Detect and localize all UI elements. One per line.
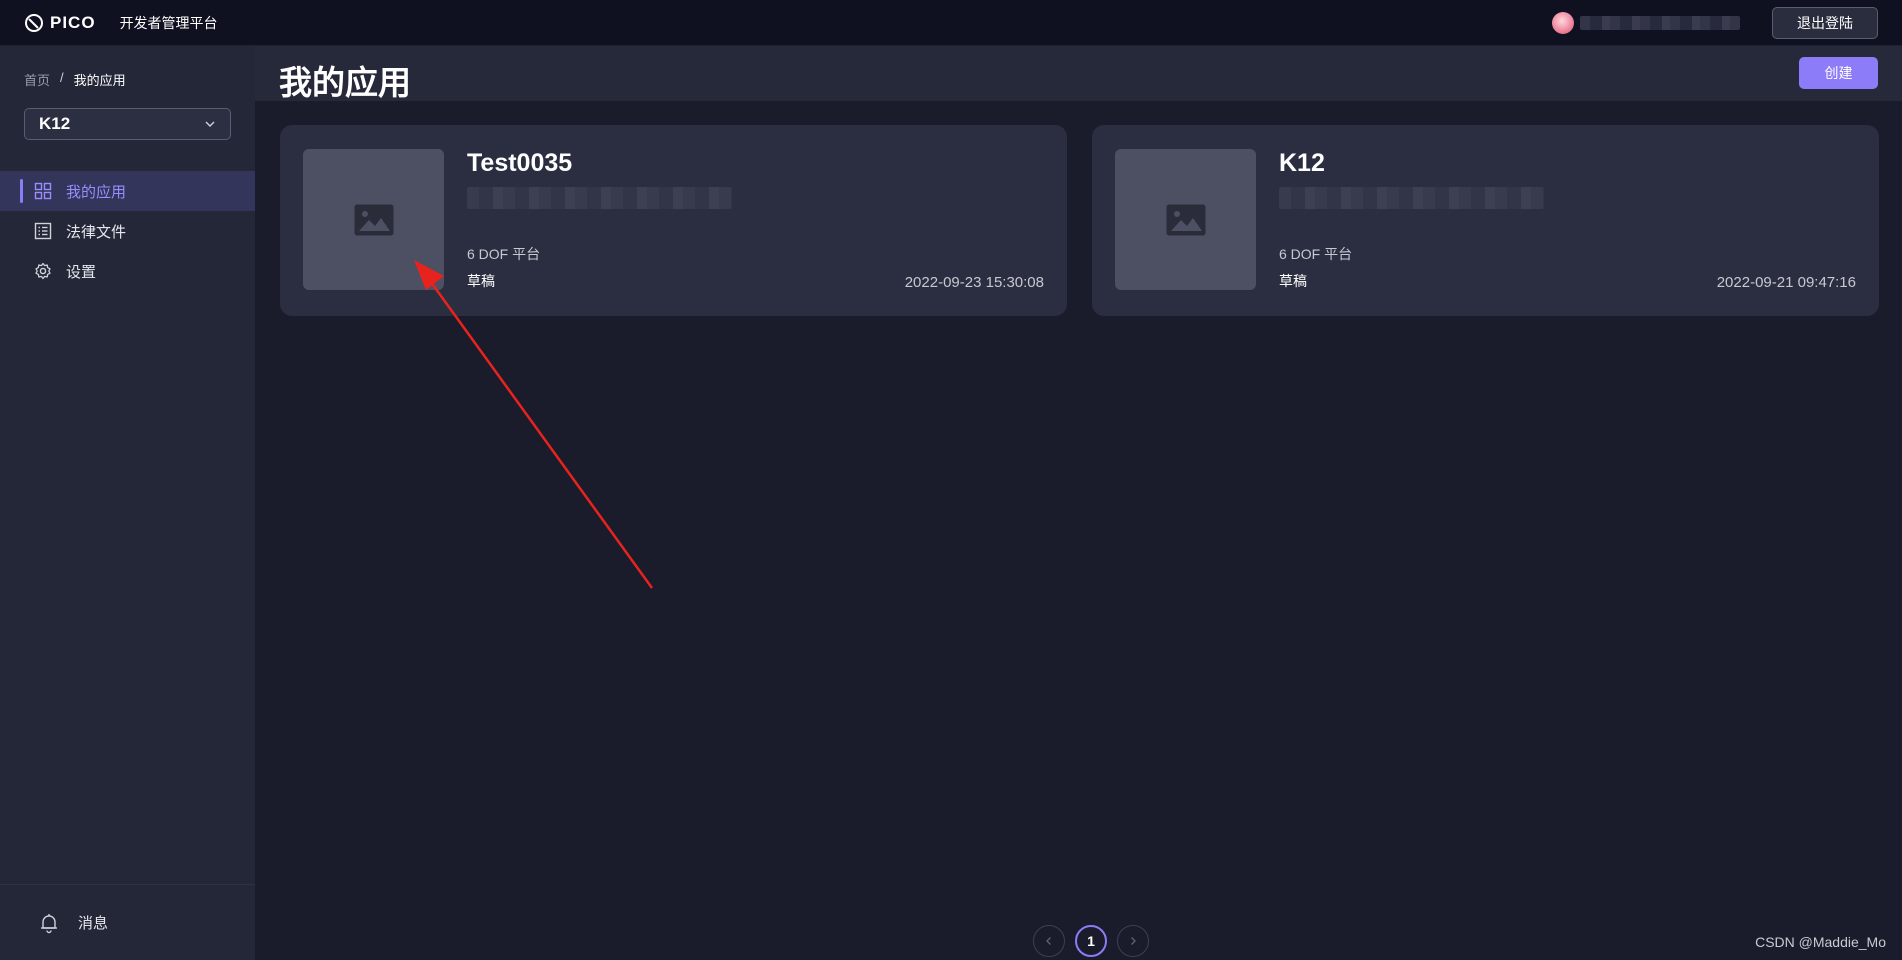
chevron-down-icon — [205, 121, 215, 127]
sidebar-item-legal-documents[interactable]: 法律文件 — [0, 211, 255, 251]
pico-logo-icon — [25, 13, 43, 32]
gear-icon — [35, 262, 51, 280]
sidebar-item-my-apps[interactable]: 我的应用 — [0, 171, 255, 211]
page-header: 我的应用 创建 — [255, 46, 1902, 101]
create-button[interactable]: 创建 — [1799, 57, 1878, 89]
app-description-redacted — [1279, 187, 1544, 209]
app-platform: 6 DOF 平台 — [1279, 246, 1353, 262]
app-name[interactable]: Test0035 — [467, 149, 572, 178]
platform-name: 开发者管理平台 — [119, 14, 218, 31]
page-number-button[interactable]: 1 — [1075, 925, 1107, 957]
logo-text: PICO — [50, 12, 96, 32]
sidebar-item-label: 法律文件 — [66, 223, 127, 241]
sidebar-item-label: 设置 — [66, 263, 97, 281]
app-status: 草稿 — [1279, 273, 1307, 289]
app-thumbnail[interactable] — [303, 149, 444, 290]
app-card[interactable]: K12 6 DOF 平台 草稿 2022-09-21 09:47:16 — [1092, 125, 1879, 316]
pico-logo[interactable]: PICO — [24, 13, 96, 33]
app-date: 2022-09-23 15:30:08 — [904, 274, 1044, 291]
organization-select-value: K12 — [39, 114, 71, 133]
app-name[interactable]: K12 — [1279, 149, 1325, 178]
watermark: CSDN @Maddie_Mo — [1755, 934, 1886, 950]
bell-icon — [41, 913, 57, 933]
document-list-icon — [34, 222, 52, 240]
pagination: 1 — [1033, 925, 1149, 957]
sidebar-item-label: 我的应用 — [66, 183, 127, 201]
app-description-redacted — [467, 187, 732, 209]
chevron-left-icon — [1046, 937, 1051, 945]
app-status: 草稿 — [467, 273, 495, 289]
next-page-button[interactable] — [1117, 925, 1149, 957]
breadcrumb: 首页 / 我的应用 — [24, 70, 126, 89]
breadcrumb-separator: / — [60, 70, 64, 85]
breadcrumb-current: 我的应用 — [73, 73, 126, 88]
app-thumbnail[interactable] — [1115, 149, 1256, 290]
organization-select[interactable]: K12 — [24, 108, 231, 140]
sidebar-item-settings[interactable]: 设置 — [0, 251, 255, 291]
breadcrumb-home-link[interactable]: 首页 — [24, 70, 50, 89]
prev-page-button[interactable] — [1033, 925, 1065, 957]
chevron-right-icon — [1131, 937, 1136, 945]
image-placeholder-icon — [1166, 204, 1205, 235]
messages-label: 消息 — [78, 915, 109, 932]
avatar[interactable] — [1552, 11, 1574, 34]
top-bar: PICO 开发者管理平台 退出登陆 — [0, 0, 1902, 46]
grid-icon — [34, 182, 52, 200]
app-platform: 6 DOF 平台 — [467, 246, 541, 262]
username-redacted — [1580, 15, 1740, 30]
app-card[interactable]: Test0035 6 DOF 平台 草稿 2022-09-23 15:30:08 — [280, 125, 1067, 316]
app-date: 2022-09-21 09:47:16 — [1716, 274, 1856, 291]
messages-button[interactable]: 消息 — [0, 884, 255, 960]
logout-button[interactable]: 退出登陆 — [1772, 6, 1878, 39]
page-title: 我的应用 — [279, 64, 411, 101]
sidebar-nav: 我的应用 法律文件 设置 — [0, 171, 255, 291]
image-placeholder-icon — [354, 204, 393, 235]
sidebar: 首页 / 我的应用 K12 我的应用 法律文件 设置 消息 — [0, 46, 255, 960]
